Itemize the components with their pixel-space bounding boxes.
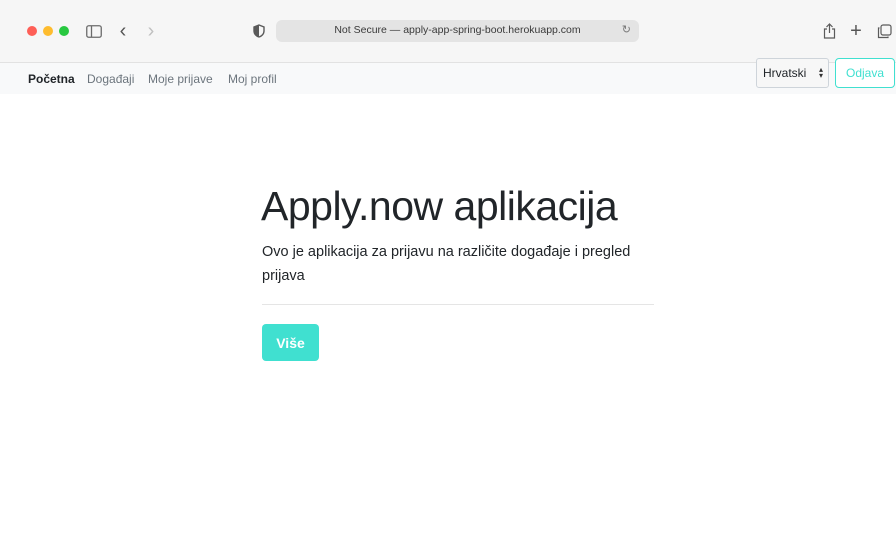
more-button[interactable]: Više: [262, 324, 319, 361]
share-icon[interactable]: [818, 20, 840, 42]
zoom-window-button[interactable]: [59, 26, 69, 36]
chevron-left-icon[interactable]: ‹: [113, 20, 133, 42]
minimize-window-button[interactable]: [43, 26, 53, 36]
browser-toolbar: ‹ › Not Secure — apply-app-spring-boot.h…: [0, 0, 896, 63]
shield-icon[interactable]: [250, 20, 268, 42]
language-select-value: Hrvatski: [763, 66, 807, 80]
nav-link-my-profile[interactable]: Moj profil: [228, 72, 277, 86]
reload-icon[interactable]: ↻: [622, 23, 631, 36]
close-window-button[interactable]: [27, 26, 37, 36]
address-bar[interactable]: Not Secure — apply-app-spring-boot.herok…: [276, 20, 639, 42]
nav-link-my-applications[interactable]: Moje prijave: [148, 72, 213, 86]
sidebar-icon[interactable]: [84, 20, 104, 42]
chevron-right-icon[interactable]: ›: [141, 20, 161, 42]
select-caret-icon: ▴ ▾: [818, 65, 823, 80]
nav-link-events[interactable]: Događaji: [87, 72, 134, 86]
language-select[interactable]: Hrvatski ▴ ▾: [756, 58, 829, 88]
hero-lead-text: Ovo je aplikacija za prijavu na različit…: [262, 244, 631, 284]
tab-overview-icon[interactable]: [873, 20, 895, 42]
plus-icon[interactable]: +: [846, 20, 866, 42]
page-title: Apply.now aplikacija: [261, 183, 618, 229]
logout-button[interactable]: Odjava: [835, 58, 895, 88]
nav-link-home[interactable]: Početna: [28, 72, 75, 86]
address-text: Not Secure — apply-app-spring-boot.herok…: [334, 24, 581, 36]
divider: [262, 304, 654, 305]
